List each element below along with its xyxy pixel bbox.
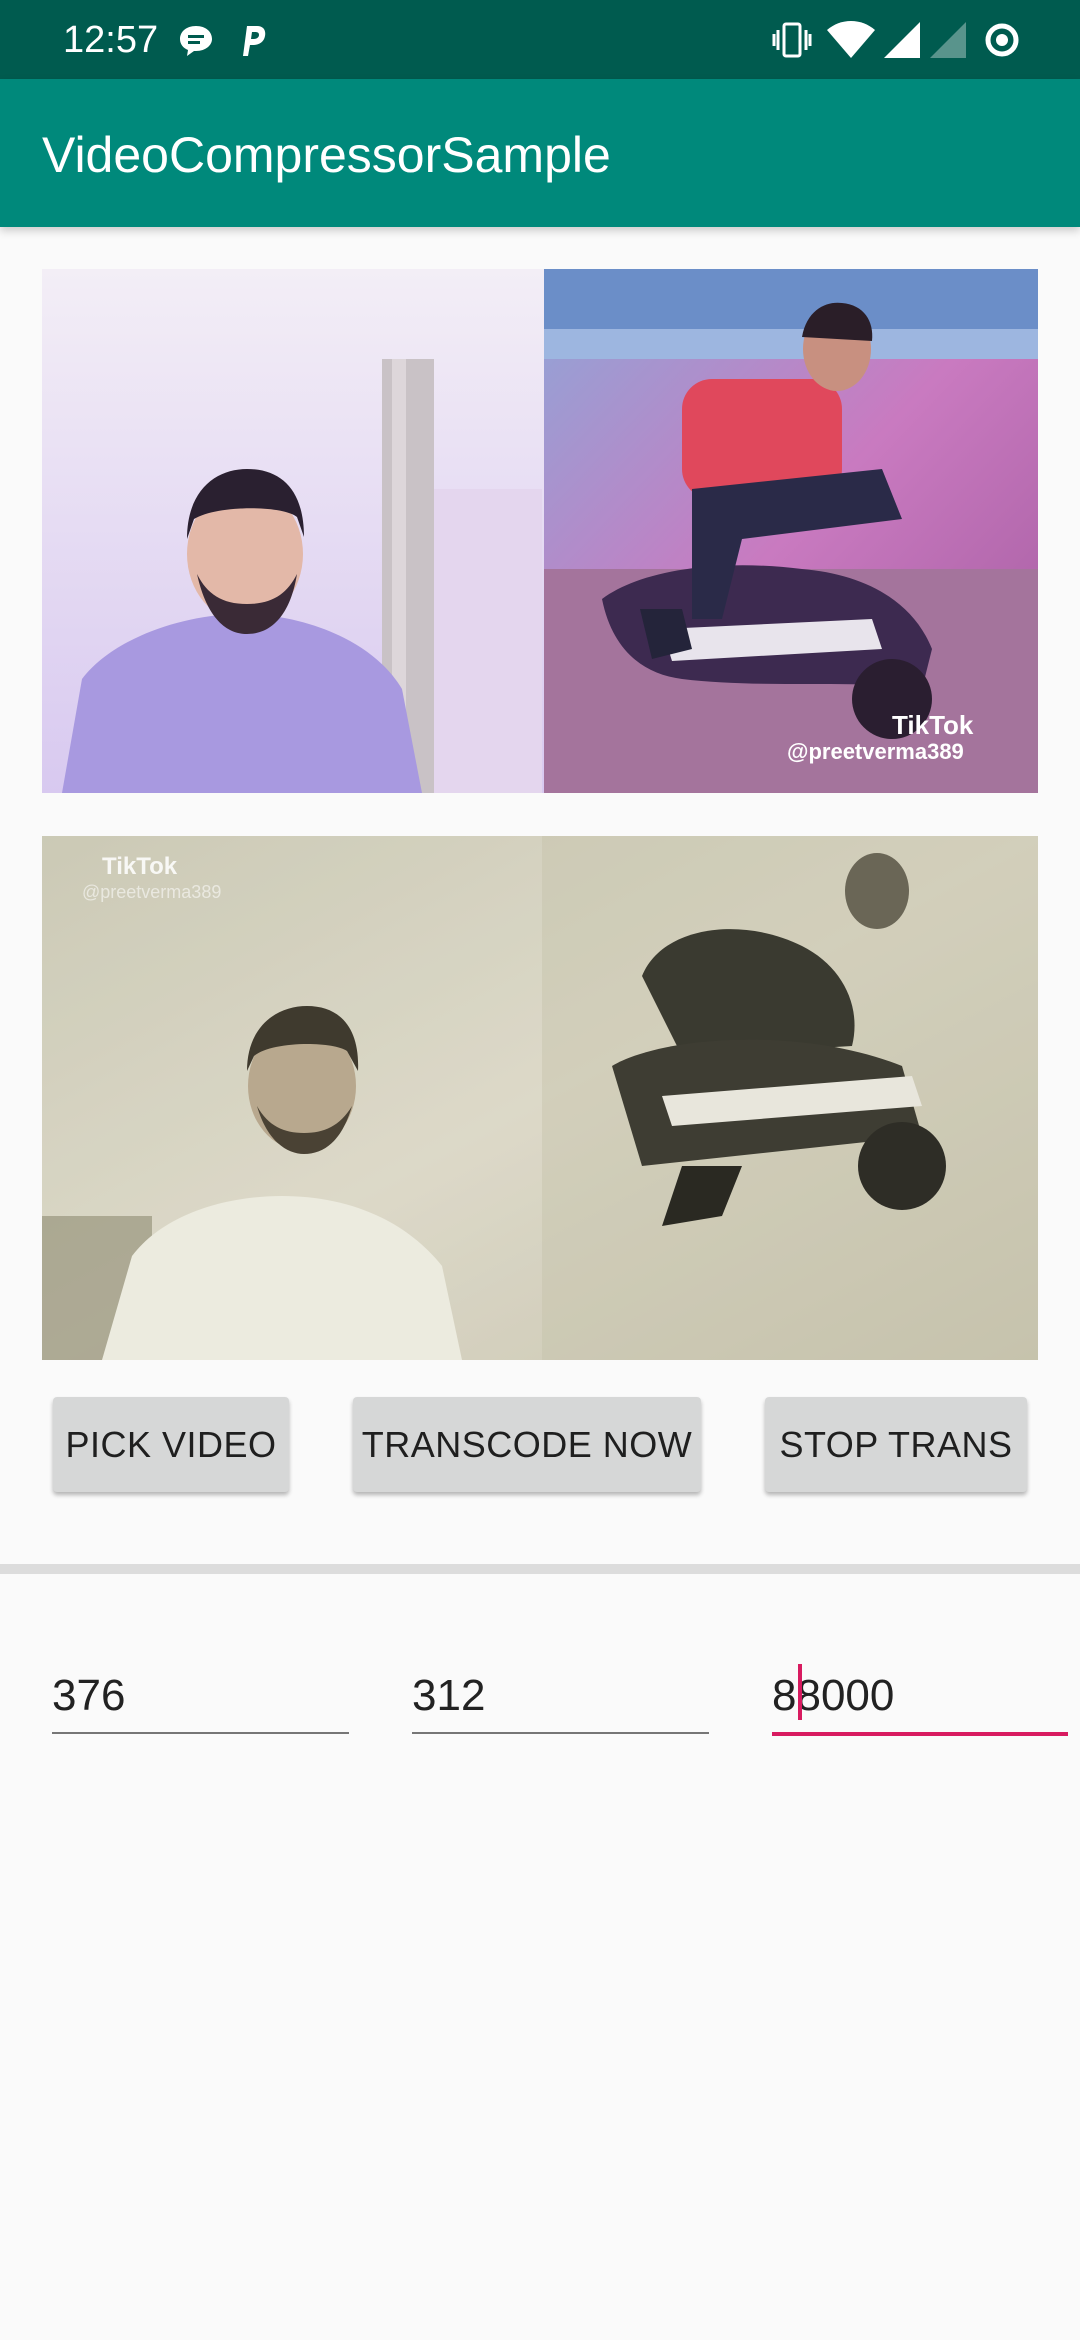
original-video-preview[interactable]: TikTok @preetverma389 <box>42 269 1038 793</box>
app-bar: VideoCompressorSample <box>0 79 1080 227</box>
p-letter-icon <box>243 26 266 56</box>
wifi-icon <box>827 21 875 58</box>
transcoded-video-image: TikTok @preetverma389 <box>42 836 1038 1360</box>
original-watermark-brand: TikTok <box>892 710 974 740</box>
original-video-image: TikTok @preetverma389 <box>42 269 1038 793</box>
transcode-now-button[interactable]: TRANSCODE NOW <box>353 1397 701 1492</box>
transcoded-watermark-brand: TikTok <box>102 853 178 880</box>
bitrate-input[interactable] <box>772 1660 1068 1736</box>
section-divider <box>0 1564 1080 1574</box>
signal-empty-icon <box>930 22 966 58</box>
chat-bubble-icon <box>180 26 212 56</box>
status-bar: 12:57 <box>0 0 1080 79</box>
transcoded-video-preview[interactable]: TikTok @preetverma389 <box>42 836 1038 1360</box>
vibrate-icon <box>772 22 812 58</box>
text-cursor <box>798 1664 802 1720</box>
signal-full-icon <box>884 22 920 58</box>
pick-video-button[interactable]: PICK VIDEO <box>53 1397 289 1492</box>
transcoded-watermark-user: @preetverma389 <box>82 882 221 902</box>
stop-trans-button[interactable]: STOP TRANS <box>765 1397 1027 1492</box>
status-time: 12:57 <box>63 19 159 61</box>
width-input[interactable] <box>52 1660 349 1734</box>
height-input[interactable] <box>412 1660 709 1734</box>
original-watermark-user: @preetverma389 <box>787 739 964 764</box>
circle-status-icon <box>985 23 1019 57</box>
app-title: VideoCompressorSample <box>42 127 611 183</box>
